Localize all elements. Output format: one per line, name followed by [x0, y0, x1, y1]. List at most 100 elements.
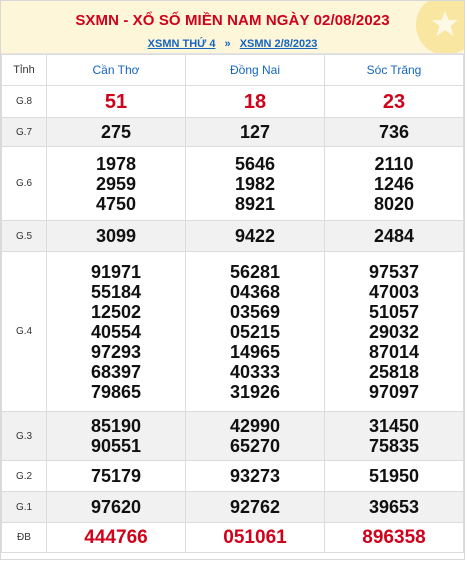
prize-number: 18 [243, 90, 267, 113]
header-province-label: Tỉnh [1, 54, 47, 86]
prize-number: 03569 [229, 301, 281, 322]
prize-number: 42990 [229, 416, 281, 436]
prize-number: 9422 [234, 226, 276, 246]
prize-cell: 91971 55184 12502 40554 97293 68397 79865 [46, 251, 186, 412]
prize-cell: 18 [185, 85, 325, 118]
prize-cell: 42990 65270 [185, 411, 325, 461]
prize-number: 275 [100, 122, 132, 142]
prize-cell: 93273 [185, 460, 325, 492]
prize-cell: 1978 2959 4750 [46, 146, 186, 221]
results-header: SXMN - XỔ SỐ MIỀN NAM NGÀY 02/08/2023 XS… [1, 1, 464, 54]
prize-label: G.3 [1, 411, 47, 461]
prize-number: 85190 [90, 416, 142, 436]
prize-number: 23 [382, 90, 406, 113]
prize-number: 92762 [229, 497, 281, 517]
prize-cell: 56281 04368 03569 05215 14965 40333 31926 [185, 251, 325, 412]
prize-cell: 39653 [324, 491, 464, 523]
prize-cell: 051061 [185, 522, 325, 553]
prize-cell: 23 [324, 85, 464, 118]
province-soc-trang[interactable]: Sóc Trăng [324, 54, 464, 86]
prize-number: 31926 [229, 381, 281, 402]
prize-number: 51950 [368, 466, 420, 486]
prize-number: 75179 [90, 466, 142, 486]
province-dong-nai[interactable]: Đồng Nai [185, 54, 325, 86]
prize-row-g5: G.5 3099 9422 2484 [1, 220, 464, 252]
prize-number: 29032 [368, 321, 420, 342]
prize-number: 79865 [90, 381, 142, 402]
prize-number: 25818 [368, 361, 420, 382]
prize-cell: 51950 [324, 460, 464, 492]
prize-cell: 736 [324, 117, 464, 147]
results-panel: SXMN - XỔ SỐ MIỀN NAM NGÀY 02/08/2023 XS… [0, 0, 465, 560]
results-table: Tỉnh Cần Thơ Đồng Nai Sóc Trăng G.8 51 18 2… [1, 54, 464, 553]
breadcrumb-link-weekday[interactable]: XSMN THỨ 4 [148, 38, 216, 50]
prize-row-g8: G.8 51 18 23 [1, 85, 464, 118]
prize-number: 93273 [229, 466, 281, 486]
prize-number: 1978 [95, 153, 137, 174]
prize-number: 65270 [229, 436, 281, 456]
prize-number: 2484 [373, 226, 415, 246]
prize-cell: 31450 75835 [324, 411, 464, 461]
prize-number: 97293 [90, 341, 142, 362]
prize-number: 40333 [229, 361, 281, 382]
page-title: SXMN - XỔ SỐ MIỀN NAM NGÀY 02/08/2023 [75, 12, 390, 29]
prize-cell: 2110 1246 8020 [324, 146, 464, 221]
breadcrumb: XSMN THỨ 4 » XSMN 2/8/2023 [1, 38, 464, 50]
prize-number: 40554 [90, 321, 142, 342]
prize-number: 39653 [368, 497, 420, 517]
prize-cell: 444766 [46, 522, 186, 553]
prize-number: 31450 [368, 416, 420, 436]
prize-cell: 9422 [185, 220, 325, 252]
prize-number: 736 [378, 122, 410, 142]
prize-number: 75835 [368, 436, 420, 456]
prize-number: 51057 [368, 301, 420, 322]
prize-number: 3099 [95, 226, 137, 246]
prize-number: 90551 [90, 436, 142, 456]
prize-number: 8921 [234, 193, 276, 214]
prize-row-g2: G.2 75179 93273 51950 [1, 460, 464, 492]
prize-number: 1246 [373, 173, 415, 194]
prize-number: 2110 [374, 153, 414, 174]
prize-cell: 275 [46, 117, 186, 147]
prize-number: 97097 [368, 381, 420, 402]
prize-label: G.1 [1, 491, 47, 523]
prize-label: G.6 [1, 146, 47, 221]
prize-number: 05215 [229, 321, 281, 342]
prize-cell: 2484 [324, 220, 464, 252]
prize-row-g7: G.7 275 127 736 [1, 117, 464, 147]
prize-number: 97537 [368, 261, 420, 282]
prize-number: 97620 [90, 497, 142, 517]
prize-number: 68397 [90, 361, 142, 382]
breadcrumb-separator: » [224, 38, 231, 50]
table-header-row: Tỉnh Cần Thơ Đồng Nai Sóc Trăng [1, 54, 464, 86]
prize-label: ĐB [1, 522, 47, 553]
prize-number: 4750 [95, 193, 137, 214]
prize-number: 896358 [362, 526, 426, 548]
prize-label: G.2 [1, 460, 47, 492]
prize-number: 47003 [368, 281, 420, 302]
prize-row-g3: G.3 85190 90551 42990 65270 31450 75835 [1, 411, 464, 461]
prize-cell: 3099 [46, 220, 186, 252]
prize-label: G.8 [1, 85, 47, 118]
prize-cell: 896358 [324, 522, 464, 553]
prize-cell: 97537 47003 51057 29032 87014 25818 97097 [324, 251, 464, 412]
prize-row-g4: G.4 91971 55184 12502 40554 97293 68397 79865 56… [1, 251, 464, 412]
prize-number: 04368 [229, 281, 281, 302]
prize-number: 55184 [90, 281, 142, 302]
province-can-tho[interactable]: Cần Thơ [46, 54, 186, 86]
prize-number: 5646 [234, 153, 276, 174]
prize-row-đb: ĐB 444766 051061 896358 [1, 522, 464, 553]
prize-number: 14965 [229, 341, 281, 362]
prize-label: G.5 [1, 220, 47, 252]
prize-label: G.4 [1, 251, 47, 412]
prize-cell: 127 [185, 117, 325, 147]
prize-number: 127 [239, 122, 271, 142]
prize-number: 91971 [90, 261, 142, 282]
prize-number: 87014 [368, 341, 420, 362]
prize-row-g6: G.6 1978 2959 4750 5646 1982 8921 2110 1246 8020 [1, 146, 464, 221]
prize-number: 2959 [95, 173, 137, 194]
prize-cell: 85190 90551 [46, 411, 186, 461]
breadcrumb-link-date[interactable]: XSMN 2/8/2023 [240, 38, 318, 50]
prize-number: 56281 [229, 261, 281, 282]
prize-number: 51 [104, 90, 128, 113]
